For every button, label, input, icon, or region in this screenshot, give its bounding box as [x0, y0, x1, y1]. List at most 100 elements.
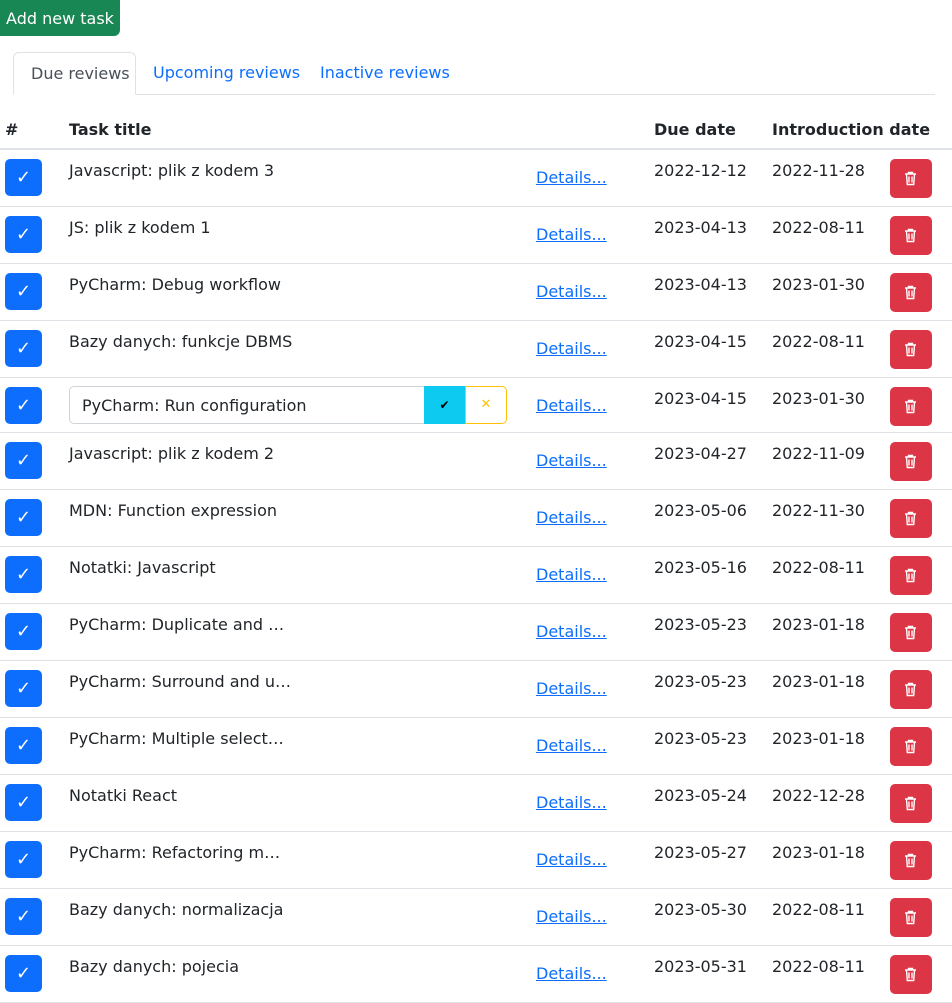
complete-checkbox[interactable]: ✓	[5, 955, 42, 992]
delete-button[interactable]	[890, 387, 932, 426]
table-row: ✓ Bazy danych: normalizacja Details... 2023…	[0, 889, 952, 946]
details-link[interactable]: Details...	[536, 339, 607, 358]
due-date: 2023-04-15	[654, 332, 747, 351]
tab-due-reviews[interactable]: Due reviews	[13, 52, 136, 95]
complete-checkbox[interactable]: ✓	[5, 670, 42, 707]
task-title[interactable]: Bazy danych: pojecia	[69, 957, 239, 976]
details-link[interactable]: Details...	[536, 850, 607, 869]
table-row: ✓ PyCharm: Refactoring m… Details... 2023-0…	[0, 832, 952, 889]
due-date: 2023-05-16	[654, 558, 747, 577]
delete-button[interactable]	[890, 898, 932, 937]
details-link[interactable]: Details...	[536, 793, 607, 812]
complete-checkbox[interactable]: ✓	[5, 330, 42, 367]
task-title[interactable]: Bazy danych: funkcje DBMS	[69, 332, 292, 351]
cancel-edit-button[interactable]: ✕	[465, 386, 507, 424]
details-link[interactable]: Details...	[536, 907, 607, 926]
details-link[interactable]: Details...	[536, 508, 607, 527]
delete-button[interactable]	[890, 727, 932, 766]
introduction-date: 2022-08-11	[772, 900, 865, 919]
delete-button[interactable]	[890, 556, 932, 595]
delete-button[interactable]	[890, 330, 932, 369]
check-icon: ✓	[15, 507, 32, 528]
due-date: 2023-04-27	[654, 444, 747, 463]
complete-checkbox[interactable]: ✓	[5, 556, 42, 593]
complete-checkbox[interactable]: ✓	[5, 841, 42, 878]
task-title[interactable]: PyCharm: Debug workflow	[69, 275, 281, 294]
check-icon: ✓	[15, 281, 32, 302]
details-link[interactable]: Details...	[536, 736, 607, 755]
delete-button[interactable]	[890, 613, 932, 652]
details-link[interactable]: Details...	[536, 964, 607, 983]
confirm-edit-button[interactable]: ✔	[424, 386, 465, 424]
table-row: ✓ PyCharm: Duplicate and … Details... 2023-…	[0, 604, 952, 661]
task-title[interactable]: Bazy danych: normalizacja	[69, 900, 283, 919]
due-date: 2023-05-30	[654, 900, 747, 919]
details-link[interactable]: Details...	[536, 679, 607, 698]
due-date: 2023-05-23	[654, 729, 747, 748]
delete-button[interactable]	[890, 216, 932, 255]
introduction-date: 2023-01-18	[772, 615, 865, 634]
header-task-title: Task title	[69, 120, 152, 139]
task-title[interactable]: Notatki: Javascript	[69, 558, 216, 577]
delete-button[interactable]	[890, 670, 932, 709]
due-date: 2023-05-23	[654, 615, 747, 634]
check-icon: ✓	[15, 338, 32, 359]
complete-checkbox[interactable]: ✓	[5, 784, 42, 821]
details-link[interactable]: Details...	[536, 565, 607, 584]
complete-checkbox[interactable]: ✓	[5, 613, 42, 650]
check-icon: ✓	[15, 678, 32, 699]
delete-button[interactable]	[890, 784, 932, 823]
complete-checkbox[interactable]: ✓	[5, 216, 42, 253]
table-header: # Task title Due date Introduction date	[0, 112, 952, 150]
details-link[interactable]: Details...	[536, 225, 607, 244]
table-row: ✓ PyCharm: Debug workflow Details... 2023-0…	[0, 264, 952, 321]
task-title-input[interactable]	[69, 386, 425, 424]
complete-checkbox[interactable]: ✓	[5, 442, 42, 479]
due-date: 2022-12-12	[654, 161, 747, 180]
details-link[interactable]: Details...	[536, 622, 607, 641]
check-icon: ✓	[15, 450, 32, 471]
tab-upcoming-reviews[interactable]: Upcoming reviews	[153, 52, 300, 94]
details-link[interactable]: Details...	[536, 396, 607, 415]
task-title[interactable]: Notatki React	[69, 786, 177, 805]
complete-checkbox[interactable]: ✓	[5, 898, 42, 935]
delete-button[interactable]	[890, 955, 932, 994]
task-title[interactable]: PyCharm: Duplicate and …	[69, 615, 284, 634]
add-new-task-button[interactable]: Add new task	[0, 0, 120, 36]
check-icon: ✓	[15, 963, 32, 984]
due-date: 2023-05-06	[654, 501, 747, 520]
header-introduction-date: Introduction date	[772, 120, 931, 139]
task-title[interactable]: Javascript: plik z kodem 2	[69, 444, 274, 463]
task-title[interactable]: PyCharm: Multiple select…	[69, 729, 284, 748]
task-title[interactable]: MDN: Function expression	[69, 501, 277, 520]
introduction-date: 2022-08-11	[772, 218, 865, 237]
delete-button[interactable]	[890, 841, 932, 880]
delete-button[interactable]	[890, 499, 932, 538]
due-date: 2023-05-24	[654, 786, 747, 805]
title-edit-group: ✔✕	[69, 386, 507, 424]
task-title[interactable]: JS: plik z kodem 1	[69, 218, 211, 237]
close-icon: ✕	[480, 397, 492, 412]
complete-checkbox[interactable]: ✓	[5, 727, 42, 764]
table-row: ✓ JS: plik z kodem 1 Details... 2023-04-13 2…	[0, 207, 952, 264]
task-title[interactable]: PyCharm: Surround and u…	[69, 672, 291, 691]
introduction-date: 2023-01-30	[772, 389, 865, 408]
delete-button[interactable]	[890, 442, 932, 481]
table-row: ✓ Bazy danych: funkcje DBMS Details... 2023…	[0, 321, 952, 378]
introduction-date: 2022-08-11	[772, 957, 865, 976]
delete-button[interactable]	[890, 159, 932, 198]
complete-checkbox[interactable]: ✓	[5, 499, 42, 536]
task-title[interactable]: Javascript: plik z kodem 3	[69, 161, 274, 180]
details-link[interactable]: Details...	[536, 451, 607, 470]
header-due-date: Due date	[654, 120, 736, 139]
table-row: ✓ Javascript: plik z kodem 2 Details... 202…	[0, 433, 952, 490]
tab-inactive-reviews[interactable]: Inactive reviews	[320, 52, 450, 94]
details-link[interactable]: Details...	[536, 168, 607, 187]
complete-checkbox[interactable]: ✓	[5, 273, 42, 310]
details-link[interactable]: Details...	[536, 282, 607, 301]
task-title[interactable]: PyCharm: Refactoring m…	[69, 843, 280, 862]
due-date: 2023-05-31	[654, 957, 747, 976]
delete-button[interactable]	[890, 273, 932, 312]
complete-checkbox[interactable]: ✓	[5, 387, 42, 424]
complete-checkbox[interactable]: ✓	[5, 159, 42, 196]
